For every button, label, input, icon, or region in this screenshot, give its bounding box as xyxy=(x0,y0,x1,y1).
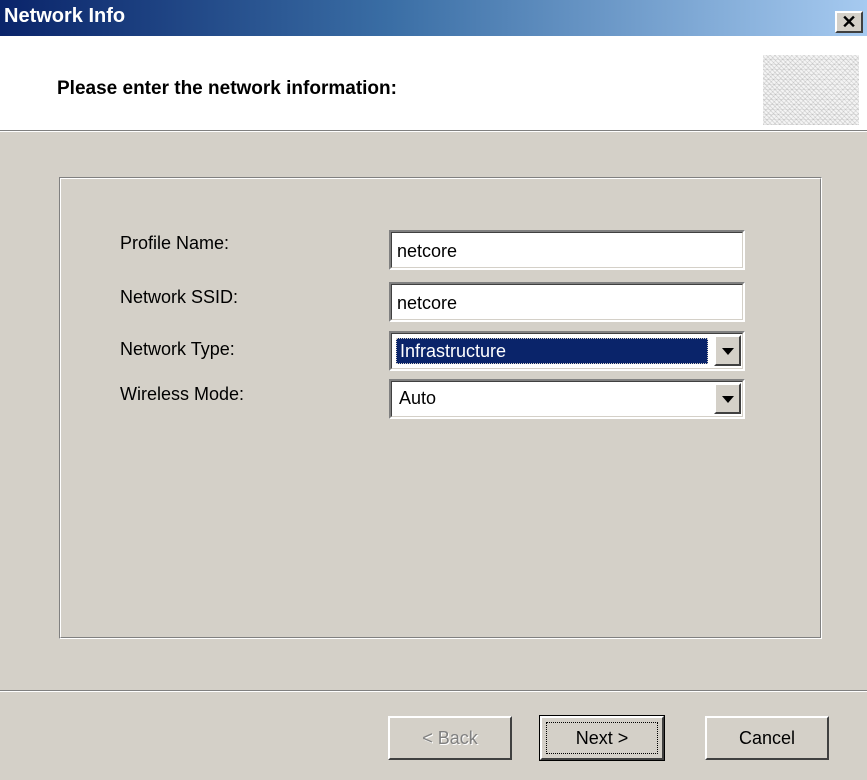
profile-name-value[interactable]: netcore xyxy=(391,232,743,268)
profile-name-label: Profile Name: xyxy=(120,233,230,253)
wizard-banner-image xyxy=(763,55,859,125)
footer-divider-highlight xyxy=(0,691,867,692)
network-type-dropdown-button[interactable] xyxy=(714,335,741,366)
network-ssid-value[interactable]: netcore xyxy=(391,284,743,320)
wireless-mode-label: Wireless Mode: xyxy=(120,384,245,404)
wizard-header: Please enter the network information: xyxy=(0,36,867,130)
wireless-mode-select[interactable]: Auto xyxy=(389,379,745,419)
header-divider-highlight xyxy=(0,131,867,132)
chevron-down-icon xyxy=(722,396,734,403)
back-button[interactable]: < Back xyxy=(388,716,512,760)
window-title: Network Info xyxy=(4,5,126,27)
page-title: Please enter the network information: xyxy=(57,78,397,99)
network-ssid-field[interactable]: netcore xyxy=(389,282,745,322)
network-ssid-label: Network SSID: xyxy=(120,287,239,307)
close-icon: ✕ xyxy=(841,12,857,32)
wireless-mode-value[interactable]: Auto xyxy=(396,386,708,412)
chevron-down-icon xyxy=(722,348,734,355)
cancel-button[interactable]: Cancel xyxy=(705,716,829,760)
network-type-value[interactable]: Infrastructure xyxy=(396,338,708,364)
profile-name-field[interactable]: netcore xyxy=(389,230,745,270)
network-type-label: Network Type: xyxy=(120,339,235,359)
close-button[interactable]: ✕ xyxy=(835,11,863,33)
cancel-button-label: Cancel xyxy=(738,727,796,748)
title-bar[interactable]: Network Info ✕ xyxy=(0,0,867,36)
network-type-select[interactable]: Infrastructure xyxy=(389,331,745,371)
wireless-mode-dropdown-button[interactable] xyxy=(714,383,741,414)
back-button-label: < Back xyxy=(422,727,478,748)
next-button[interactable]: Next > xyxy=(539,715,665,761)
